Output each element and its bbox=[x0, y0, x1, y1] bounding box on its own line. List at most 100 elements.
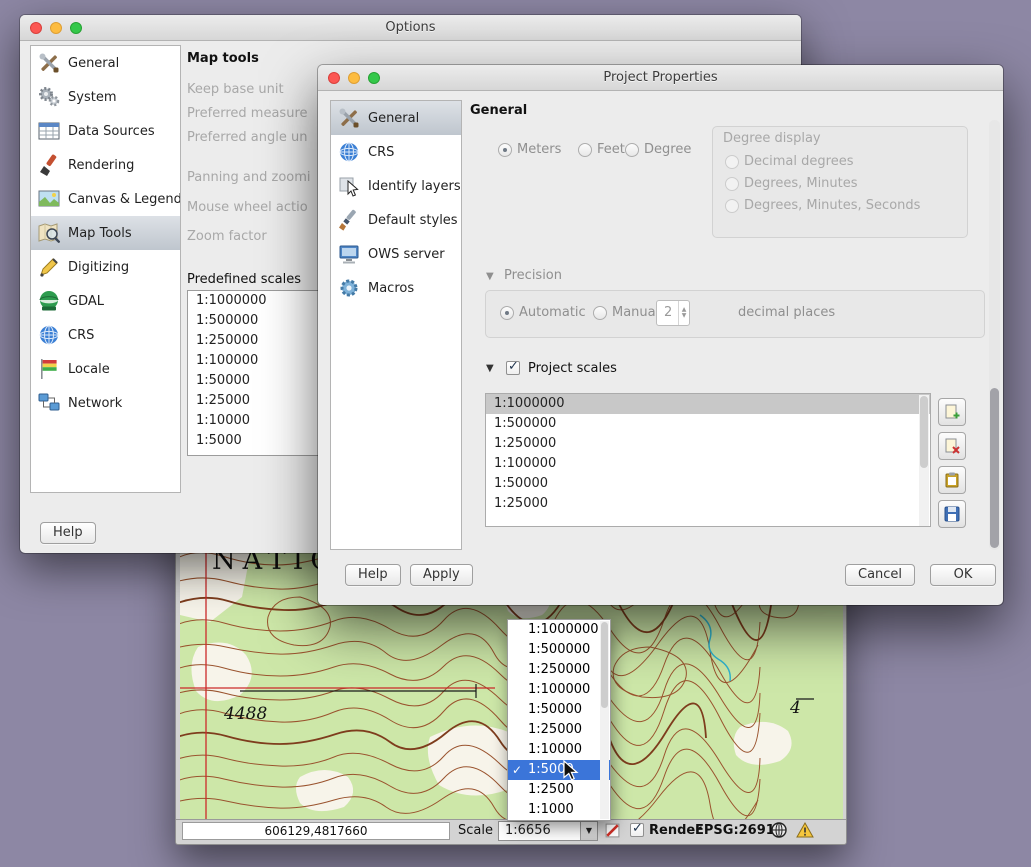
sidebar-item-crs[interactable]: CRS bbox=[31, 318, 180, 352]
title-bar[interactable]: Options bbox=[20, 15, 801, 41]
style-brush-icon bbox=[337, 208, 361, 232]
help-button[interactable]: Help bbox=[345, 564, 401, 586]
sidebar-item-general[interactable]: General bbox=[31, 46, 180, 80]
ok-button[interactable]: OK bbox=[930, 564, 996, 586]
list-scrollbar[interactable] bbox=[919, 395, 929, 526]
sidebar-item-identify-layers[interactable]: Identify layers bbox=[331, 169, 461, 203]
dropdown-item[interactable]: 1:500000 bbox=[508, 640, 610, 660]
map-magnifier-icon bbox=[37, 221, 61, 245]
clipboard-icon bbox=[943, 471, 961, 489]
radio-feet[interactable] bbox=[578, 143, 592, 157]
options-sidebar: General System Data Sources Rendering Ca… bbox=[30, 45, 181, 493]
scale-combo[interactable]: 1:6656 ▼ bbox=[498, 821, 598, 841]
help-button[interactable]: Help bbox=[40, 522, 96, 544]
option-keep-base-unit: Keep base unit bbox=[187, 82, 284, 97]
status-bar: 606129,4817660 Scale 1:6656 ▼ Render EPS… bbox=[176, 819, 846, 841]
sidebar-item-rendering[interactable]: Rendering bbox=[31, 148, 180, 182]
unit-feet-option[interactable]: Feet bbox=[578, 142, 625, 157]
checkmark-icon: ✓ bbox=[512, 760, 522, 780]
popup-scrollbar-thumb[interactable] bbox=[601, 622, 608, 708]
radio-degrees-minutes-seconds bbox=[725, 199, 739, 213]
zoom-button[interactable] bbox=[368, 72, 380, 84]
sidebar-item-macros[interactable]: Macros bbox=[331, 271, 461, 305]
coordinate-display[interactable]: 606129,4817660 bbox=[182, 822, 450, 840]
option-zoom-factor: Zoom factor bbox=[187, 229, 267, 244]
radio-automatic[interactable] bbox=[500, 306, 514, 320]
dropdown-item[interactable]: 1:50000 bbox=[508, 700, 610, 720]
zoom-button[interactable] bbox=[70, 22, 82, 34]
spinner-arrows-icon: ▲▼ bbox=[678, 301, 689, 325]
flag-icon bbox=[37, 357, 61, 381]
mouse-cursor bbox=[563, 760, 579, 788]
gears-icon bbox=[37, 85, 61, 109]
precision-expand-icon[interactable]: ▼ bbox=[486, 271, 494, 282]
scale-combo-value: 1:6656 bbox=[499, 822, 580, 840]
predefined-scales-label: Predefined scales bbox=[187, 272, 301, 287]
dropdown-item[interactable]: 1:1000000 bbox=[508, 620, 610, 640]
radio-manual[interactable] bbox=[593, 306, 607, 320]
dropdown-item[interactable]: 1:25000 bbox=[508, 720, 610, 740]
sidebar-item-system[interactable]: System bbox=[31, 80, 180, 114]
sidebar-item-digitizing[interactable]: Digitizing bbox=[31, 250, 180, 284]
close-button[interactable] bbox=[328, 72, 340, 84]
import-scales-button[interactable] bbox=[938, 466, 966, 494]
sidebar-item-canvas-legend[interactable]: Canvas & Legend bbox=[31, 182, 180, 216]
panel-scrollbar[interactable] bbox=[989, 120, 1000, 550]
dropdown-item[interactable]: 1:10000 bbox=[508, 740, 610, 760]
sidebar-item-data-sources[interactable]: Data Sources bbox=[31, 114, 180, 148]
stop-render-icon[interactable] bbox=[604, 822, 621, 843]
warning-icon[interactable] bbox=[796, 821, 814, 843]
unit-degree-option[interactable]: Degree bbox=[625, 142, 691, 157]
server-icon bbox=[337, 242, 361, 266]
sidebar-item-network[interactable]: Network bbox=[31, 386, 180, 420]
chevron-down-icon[interactable]: ▼ bbox=[580, 822, 597, 840]
panel-scrollbar-thumb[interactable] bbox=[990, 388, 999, 548]
sidebar-item-default-styles[interactable]: Default styles bbox=[331, 203, 461, 237]
sidebar-item-gdal[interactable]: GDAL bbox=[31, 284, 180, 318]
canvas-image-icon bbox=[37, 187, 61, 211]
minimize-button[interactable] bbox=[348, 72, 360, 84]
sidebar-item-locale[interactable]: Locale bbox=[31, 352, 180, 386]
sidebar-item-crs[interactable]: CRS bbox=[331, 135, 461, 169]
window-title: Project Properties bbox=[603, 70, 717, 85]
add-scale-button[interactable] bbox=[938, 398, 966, 426]
close-button[interactable] bbox=[30, 22, 42, 34]
floppy-disk-icon bbox=[943, 505, 961, 523]
minimize-button[interactable] bbox=[50, 22, 62, 34]
project-scales-expand-icon[interactable]: ▼ bbox=[486, 363, 494, 374]
sidebar-item-map-tools[interactable]: Map Tools bbox=[31, 216, 180, 250]
unit-meters-option[interactable]: Meters bbox=[498, 142, 561, 157]
cancel-button[interactable]: Cancel bbox=[845, 564, 915, 586]
list-item[interactable]: 1:100000 bbox=[486, 454, 930, 474]
scale-label: Scale bbox=[458, 823, 493, 838]
radio-degree[interactable] bbox=[625, 143, 639, 157]
title-bar[interactable]: Project Properties bbox=[318, 65, 1003, 91]
dropdown-item[interactable]: 1:250000 bbox=[508, 660, 610, 680]
precision-manual-option[interactable]: Manual bbox=[593, 305, 659, 320]
dropdown-item[interactable]: 1:1000 bbox=[508, 800, 610, 820]
tools-icon bbox=[337, 106, 361, 130]
list-scrollbar-thumb[interactable] bbox=[920, 396, 928, 468]
radio-meters[interactable] bbox=[498, 143, 512, 157]
popup-scrollbar[interactable] bbox=[600, 621, 609, 819]
precision-automatic-option[interactable]: Automatic bbox=[500, 305, 586, 320]
sidebar-item-general[interactable]: General bbox=[331, 101, 461, 135]
dropdown-item[interactable]: 1:100000 bbox=[508, 680, 610, 700]
save-scales-button[interactable] bbox=[938, 500, 966, 528]
table-icon bbox=[37, 119, 61, 143]
dropdown-item[interactable]: 1:2500 bbox=[508, 780, 610, 800]
project-scales-list[interactable]: 1:1000000 1:500000 1:250000 1:100000 1:5… bbox=[485, 393, 931, 527]
apply-button[interactable]: Apply bbox=[410, 564, 473, 586]
list-item[interactable]: 1:500000 bbox=[486, 414, 930, 434]
remove-scale-button[interactable] bbox=[938, 432, 966, 460]
list-item[interactable]: 1:1000000 bbox=[486, 394, 930, 414]
list-item[interactable]: 1:25000 bbox=[486, 494, 930, 514]
degrees-minutes-option: Degrees, Minutes bbox=[725, 176, 858, 191]
dropdown-item-selected[interactable]: ✓ 1:5000 bbox=[508, 760, 610, 780]
crs-status-icon[interactable] bbox=[770, 821, 788, 843]
list-item[interactable]: 1:250000 bbox=[486, 434, 930, 454]
render-checkbox[interactable] bbox=[630, 823, 644, 837]
list-item[interactable]: 1:50000 bbox=[486, 474, 930, 494]
sidebar-item-ows-server[interactable]: OWS server bbox=[331, 237, 461, 271]
project-scales-checkbox[interactable] bbox=[506, 361, 520, 375]
